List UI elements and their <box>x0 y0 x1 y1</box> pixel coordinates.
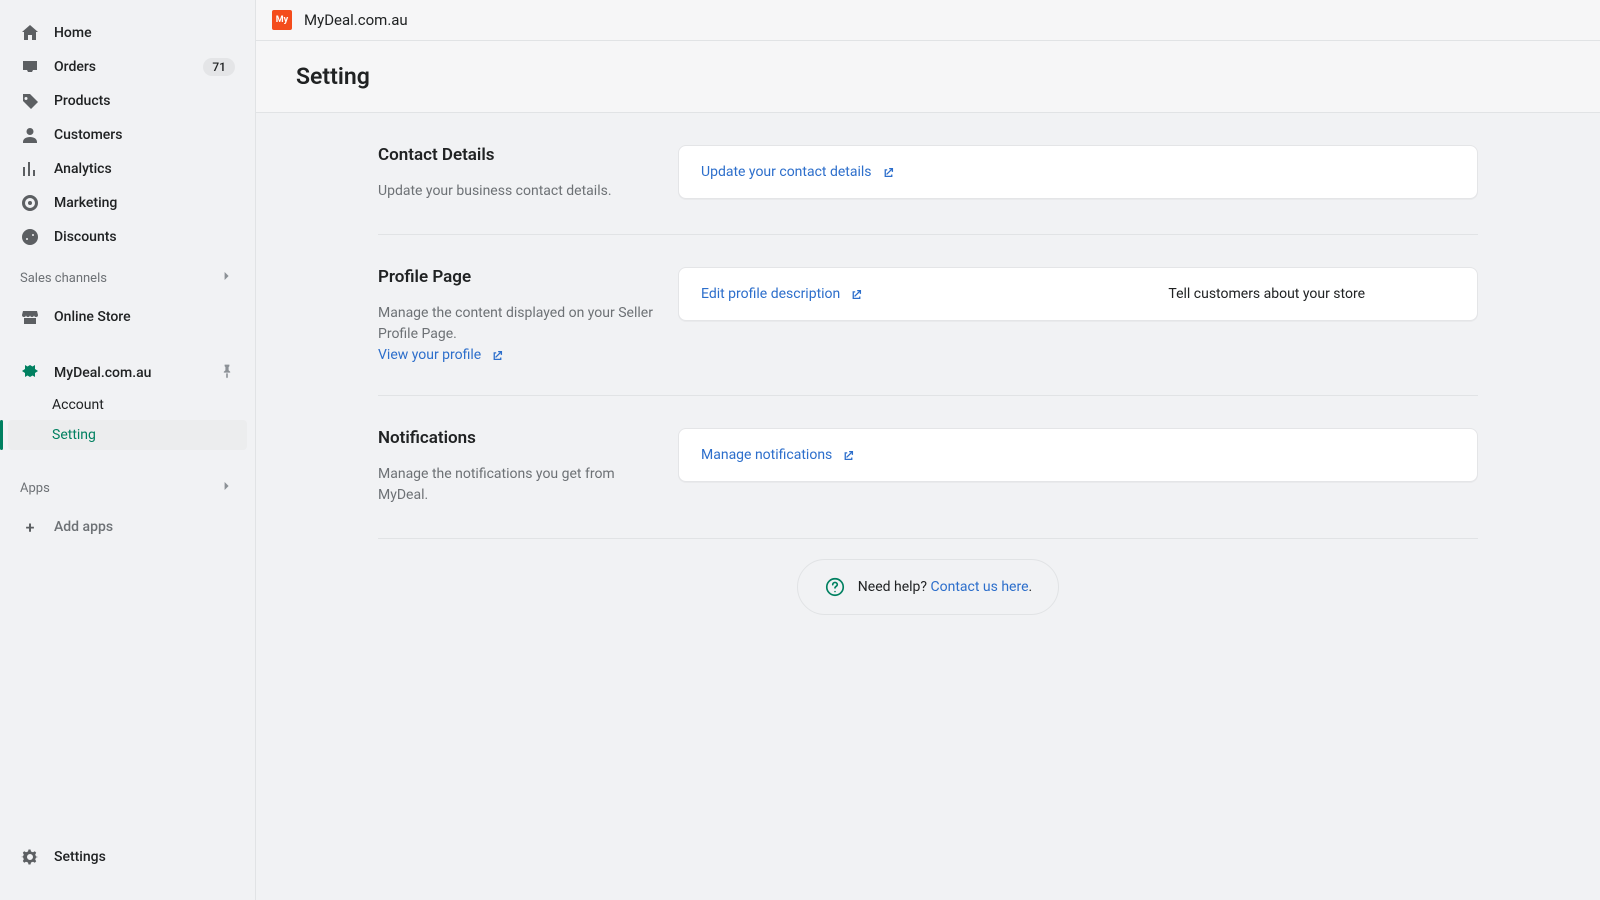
main: My MyDeal.com.au Setting Contact Details… <box>256 0 1600 900</box>
analytics-icon <box>20 159 40 179</box>
section-contact-left: Contact Details Update your business con… <box>378 145 678 202</box>
help-prefix: Need help? <box>858 579 931 595</box>
plus-icon: + <box>20 517 40 537</box>
primary-nav: Home Orders 71 Products Customers Analyt… <box>0 10 255 260</box>
settings-label: Settings <box>54 849 235 865</box>
section-profile: Profile Page Manage the content displaye… <box>378 235 1478 396</box>
nav-orders[interactable]: Orders 71 <box>8 50 247 84</box>
sales-channels-header[interactable]: Sales channels <box>0 260 255 294</box>
app-logo: My <box>272 10 292 30</box>
orders-badge: 71 <box>203 58 235 76</box>
nav-settings[interactable]: Settings <box>8 840 247 874</box>
apps-nav: + Add apps <box>0 504 255 550</box>
section-notifications-right: Manage notifications <box>678 428 1478 506</box>
external-link-icon <box>882 166 895 179</box>
contact-us-link[interactable]: Contact us here <box>931 579 1029 595</box>
contact-card: Update your contact details <box>678 145 1478 199</box>
section-contact: Contact Details Update your business con… <box>378 113 1478 235</box>
profile-card: Edit profile description Tell customers … <box>678 267 1478 321</box>
nav-orders-label: Orders <box>54 59 203 75</box>
notifications-card: Manage notifications <box>678 428 1478 482</box>
mydeal-label: MyDeal.com.au <box>54 365 219 381</box>
nav-marketing-label: Marketing <box>54 195 235 211</box>
help-text: Need help? Contact us here. <box>858 579 1032 595</box>
page-header: Setting <box>256 41 1600 113</box>
store-icon <box>20 307 40 327</box>
mydeal-nav: MyDeal.com.au Account Setting <box>0 350 255 456</box>
external-link-icon <box>491 349 504 362</box>
pin-icon[interactable] <box>219 363 235 383</box>
section-profile-left: Profile Page Manage the content displaye… <box>378 267 678 363</box>
nav-customers[interactable]: Customers <box>8 118 247 152</box>
person-icon <box>20 125 40 145</box>
update-contact-link-label: Update your contact details <box>701 164 872 180</box>
nav-products[interactable]: Products <box>8 84 247 118</box>
inbox-icon <box>20 57 40 77</box>
nav-mydeal-setting[interactable]: Setting <box>8 420 247 450</box>
mydeal-setting-label: Setting <box>52 427 235 443</box>
nav-mydeal-account[interactable]: Account <box>8 390 247 420</box>
section-notifications: Notifications Manage the notifications y… <box>378 396 1478 539</box>
help-icon <box>824 576 846 598</box>
chevron-right-icon <box>219 478 235 498</box>
help-suffix: . <box>1029 579 1033 595</box>
nav-home[interactable]: Home <box>8 16 247 50</box>
nav-online-store[interactable]: Online Store <box>8 300 247 334</box>
discount-icon <box>20 227 40 247</box>
help-container: Need help? Contact us here. <box>378 559 1478 615</box>
profile-note: Tell customers about your store <box>1168 286 1455 302</box>
add-apps-label: Add apps <box>54 519 235 535</box>
target-icon <box>20 193 40 213</box>
home-icon <box>20 23 40 43</box>
nav-discounts-label: Discounts <box>54 229 235 245</box>
external-link-icon <box>842 449 855 462</box>
nav-products-label: Products <box>54 93 235 109</box>
edit-profile-link[interactable]: Edit profile description <box>701 286 863 302</box>
nav-add-apps[interactable]: + Add apps <box>8 510 247 544</box>
manage-notifications-link-label: Manage notifications <box>701 447 832 463</box>
tag-icon <box>20 91 40 111</box>
mydeal-account-label: Account <box>52 397 235 413</box>
profile-title: Profile Page <box>378 267 660 287</box>
content: Contact Details Update your business con… <box>256 113 1600 900</box>
apps-header[interactable]: Apps <box>0 470 255 504</box>
contact-desc: Update your business contact details. <box>378 181 660 202</box>
notifications-title: Notifications <box>378 428 660 448</box>
help-box: Need help? Contact us here. <box>797 559 1059 615</box>
notifications-desc: Manage the notifications you get from My… <box>378 464 660 506</box>
profile-desc: Manage the content displayed on your Sel… <box>378 303 660 345</box>
section-contact-right: Update your contact details <box>678 145 1478 202</box>
nav-customers-label: Customers <box>54 127 235 143</box>
nav-marketing[interactable]: Marketing <box>8 186 247 220</box>
update-contact-link[interactable]: Update your contact details <box>701 164 895 180</box>
contact-title: Contact Details <box>378 145 660 165</box>
nav-home-label: Home <box>54 25 235 41</box>
nav-discounts[interactable]: Discounts <box>8 220 247 254</box>
gear-icon <box>20 847 40 867</box>
external-link-icon <box>850 288 863 301</box>
edit-profile-link-label: Edit profile description <box>701 286 840 302</box>
apps-header-label: Apps <box>20 481 50 496</box>
nav-analytics[interactable]: Analytics <box>8 152 247 186</box>
topbar-title: MyDeal.com.au <box>304 11 408 29</box>
view-profile-link[interactable]: View your profile <box>378 347 504 363</box>
channels-nav: Online Store <box>0 294 255 340</box>
section-profile-right: Edit profile description Tell customers … <box>678 267 1478 363</box>
chevron-right-icon <box>219 268 235 288</box>
sales-channels-label: Sales channels <box>20 271 107 286</box>
mydeal-app-icon <box>20 363 40 383</box>
sidebar-bottom: Settings <box>0 834 255 890</box>
online-store-label: Online Store <box>54 309 235 325</box>
view-profile-link-label: View your profile <box>378 347 481 363</box>
page-title: Setting <box>296 63 1560 90</box>
nav-analytics-label: Analytics <box>54 161 235 177</box>
section-notifications-left: Notifications Manage the notifications y… <box>378 428 678 506</box>
manage-notifications-link[interactable]: Manage notifications <box>701 447 855 463</box>
sidebar: Home Orders 71 Products Customers Analyt… <box>0 0 256 900</box>
nav-mydeal[interactable]: MyDeal.com.au <box>8 356 247 390</box>
topbar: My MyDeal.com.au <box>256 0 1600 41</box>
